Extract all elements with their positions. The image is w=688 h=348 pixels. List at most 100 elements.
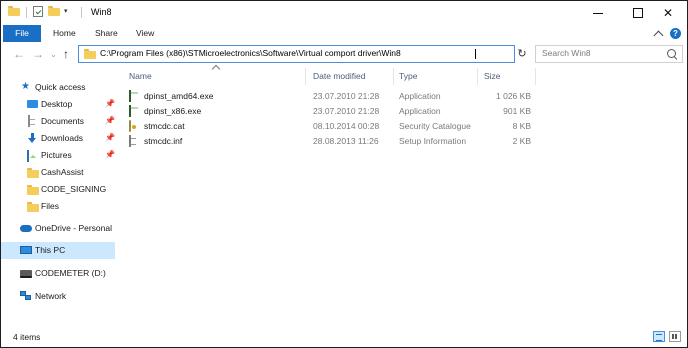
column-divider[interactable] [393, 68, 394, 85]
search-input[interactable]: Search Win8 [535, 45, 683, 63]
catalog-icon [129, 120, 131, 132]
nav-item-files[interactable]: Files [1, 198, 115, 215]
folder-icon [27, 168, 39, 178]
pin-icon[interactable]: 📌 [105, 133, 115, 142]
close-icon: ✕ [662, 6, 674, 20]
nav-item-this-pc[interactable]: This PC [1, 242, 115, 259]
file-name: dpinst_x86.exe [144, 106, 202, 116]
large-icons-view-icon[interactable] [669, 331, 681, 342]
column-divider[interactable] [305, 68, 306, 85]
tab-share[interactable]: Share [95, 25, 118, 42]
file-size: 8 KB [512, 121, 531, 131]
file-size: 901 KB [503, 106, 531, 116]
close-button[interactable]: ✕ [646, 1, 687, 25]
nav-item-label: Pictures [41, 150, 72, 160]
nav-item-label: Network [35, 291, 67, 301]
details-view-icon[interactable] [653, 331, 665, 342]
file-row[interactable]: dpinst_amd64.exe 23.07.2010 21:28 Applic… [119, 89, 679, 104]
file-date: 28.08.2013 11:26 [313, 136, 379, 146]
nav-item-label: Quick access [35, 82, 86, 92]
nav-item-code-signing[interactable]: CODE_SIGNING [1, 181, 115, 198]
address-input[interactable]: C:\Program Files (x86)\STMicroelectronic… [78, 45, 589, 63]
file-row[interactable]: stmcdc.inf 28.08.2013 11:26 Setup Inform… [119, 134, 679, 149]
recent-locations-button[interactable]: ⌄ [50, 50, 57, 59]
exe-icon [129, 105, 131, 117]
file-type: Setup Information [399, 136, 467, 146]
properties-icon[interactable] [33, 6, 43, 17]
tab-home[interactable]: Home [53, 25, 76, 42]
inf-icon [129, 135, 131, 147]
up-button[interactable]: ↑ [63, 47, 69, 61]
nav-item-label: CashAssist [41, 167, 84, 177]
column-header-type[interactable]: Type [399, 71, 417, 81]
explorer-window: ▾ Win8 ✕ File Home Share View ? ← → ⌄ ↑ … [0, 0, 688, 348]
minimize-icon [593, 12, 603, 14]
column-header-name[interactable]: Name [129, 71, 152, 81]
nav-item-downloads[interactable]: Downloads 📌 [1, 130, 115, 147]
item-count: 4 items [13, 332, 41, 342]
nav-item-label: Downloads [41, 133, 84, 143]
file-type: Application [399, 91, 441, 101]
minimize-button[interactable] [576, 1, 620, 25]
folder-icon [8, 6, 20, 16]
file-row[interactable]: stmcdc.cat 08.10.2014 00:28 Security Cat… [119, 119, 679, 134]
new-folder-icon[interactable] [48, 6, 60, 16]
sort-ascending-icon [211, 64, 221, 74]
folder-icon [84, 49, 96, 59]
tab-file[interactable]: File [3, 25, 41, 42]
forward-button[interactable]: → [32, 47, 44, 61]
nav-item-label: This PC [35, 245, 66, 255]
file-size: 2 KB [512, 136, 531, 146]
nav-item-onedrive[interactable]: OneDrive - Personal [1, 220, 115, 237]
pin-icon[interactable]: 📌 [105, 116, 115, 125]
column-divider[interactable] [477, 68, 478, 85]
column-header-date[interactable]: Date modified [313, 71, 365, 81]
nav-item-label: CODEMETER (D:) [35, 268, 106, 278]
address-path[interactable]: C:\Program Files (x86)\STMicroelectronic… [100, 48, 401, 58]
search-icon [667, 49, 676, 58]
file-size: 1 026 KB [496, 91, 531, 101]
nav-item-codemeter-drive[interactable]: CODEMETER (D:) [1, 265, 115, 282]
pin-icon[interactable]: 📌 [105, 99, 115, 108]
file-name: stmcdc.inf [144, 136, 183, 146]
file-list: Name Date modified Type Size dpinst_amd6… [119, 64, 687, 326]
nav-item-label: Desktop [41, 99, 73, 109]
nav-item-cashassist[interactable]: CashAssist [1, 164, 115, 181]
nav-item-label: Files [41, 201, 59, 211]
nav-item-pictures[interactable]: Pictures 📌 [1, 147, 115, 164]
file-date: 23.07.2010 21:28 [313, 106, 380, 116]
nav-item-quick-access[interactable]: ★ Quick access [1, 79, 115, 96]
customize-toolbar-icon[interactable]: ▾ [64, 7, 68, 15]
column-header-size[interactable]: Size [484, 71, 501, 81]
nav-item-network[interactable]: Network [1, 288, 115, 305]
toolbar-divider [81, 7, 82, 18]
file-date: 08.10.2014 00:28 [313, 121, 380, 131]
onedrive-icon [20, 225, 32, 232]
star-icon: ★ [21, 81, 30, 92]
toolbar-divider [26, 7, 27, 18]
drive-icon [20, 270, 32, 278]
nav-item-documents[interactable]: Documents 📌 [1, 113, 115, 130]
text-cursor [475, 49, 476, 59]
back-button[interactable]: ← [13, 47, 25, 61]
file-name: stmcdc.cat [144, 121, 185, 131]
expand-ribbon-icon[interactable] [653, 30, 664, 40]
refresh-button[interactable]: ↻ [515, 45, 529, 61]
search-placeholder: Search Win8 [542, 48, 591, 58]
maximize-icon [633, 8, 643, 18]
window-title: Win8 [91, 7, 112, 17]
nav-item-desktop[interactable]: Desktop 📌 [1, 96, 115, 113]
file-type: Application [399, 106, 441, 116]
file-row[interactable]: dpinst_x86.exe 23.07.2010 21:28 Applicat… [119, 104, 679, 119]
exe-icon [129, 90, 131, 102]
help-icon[interactable]: ? [670, 28, 681, 39]
ribbon-tabs: File Home Share View ? [1, 25, 687, 42]
navigation-pane: ★ Quick access Desktop 📌 Documents 📌 Dow… [1, 66, 119, 326]
title-bar: ▾ Win8 ✕ [1, 1, 687, 25]
pin-icon[interactable]: 📌 [105, 150, 115, 159]
column-divider[interactable] [535, 68, 536, 85]
status-bar: 4 items [1, 327, 687, 347]
tab-view[interactable]: View [136, 25, 154, 42]
nav-item-label: CODE_SIGNING [41, 184, 107, 194]
folder-icon [27, 202, 39, 212]
